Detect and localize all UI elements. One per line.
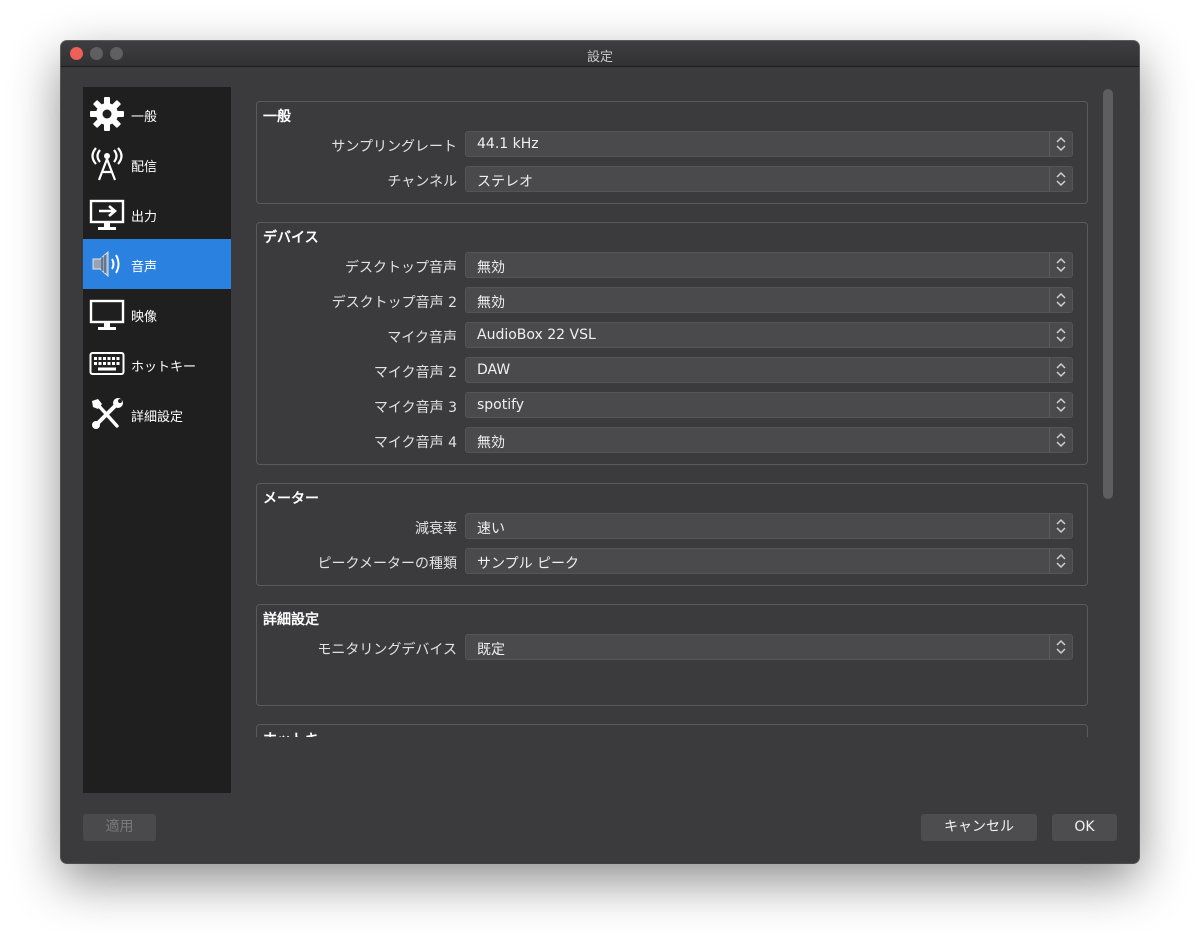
ok-button[interactable]: OK <box>1052 814 1117 841</box>
mic-audio-2-select[interactable]: DAW <box>465 357 1073 383</box>
cancel-button[interactable]: キャンセル <box>921 814 1037 841</box>
sidebar-item-label: 詳細設定 <box>131 410 184 425</box>
sidebar-item-hotkeys[interactable]: ホットキー <box>83 339 231 389</box>
peak-meter-type-select[interactable]: サンプル ピーク <box>465 548 1073 574</box>
select-value: ステレオ <box>477 174 533 190</box>
select-value: spotify <box>477 397 525 413</box>
setting-label: マイク音声 2 <box>373 365 457 381</box>
group-title: 一般 <box>263 109 291 125</box>
select-value: 速い <box>477 521 505 537</box>
mic-audio-3-select[interactable]: spotify <box>465 392 1073 418</box>
setting-row-mic-audio-3: マイク音声 3 spotify <box>257 392 1087 418</box>
select-value: 無効 <box>477 435 505 451</box>
setting-row-peak-meter-type: ピークメーターの種類 サンプル ピーク <box>257 548 1087 574</box>
chevron-up-down-icon <box>1049 514 1066 538</box>
chevron-up-down-icon <box>1049 253 1066 277</box>
chevron-up-down-icon <box>1049 288 1066 312</box>
setting-label: 減衰率 <box>415 521 457 537</box>
monitoring-device-select[interactable]: 既定 <box>465 634 1073 660</box>
chevron-up-down-icon <box>1049 428 1066 452</box>
setting-row-mic-audio: マイク音声 AudioBox 22 VSL <box>257 322 1087 348</box>
group-title: デバイス <box>263 230 319 246</box>
tools-icon <box>92 398 123 429</box>
keyboard-icon <box>89 352 125 375</box>
select-value: DAW <box>477 362 511 378</box>
sidebar-item-label: ホットキー <box>131 360 197 375</box>
sidebar-item-advanced[interactable]: 詳細設定 <box>83 389 231 439</box>
setting-label: マイク音声 3 <box>373 400 457 416</box>
setting-label: マイク音声 4 <box>373 435 457 451</box>
group-meters: メーター 減衰率 速い ピークメーターの種類 サンプル ピーク <box>256 483 1088 586</box>
sidebar-item-label: 映像 <box>131 310 158 325</box>
apply-button[interactable]: 適用 <box>83 814 156 841</box>
sidebar-item-label: 一般 <box>131 110 158 125</box>
group-hotkeys: ホットキー <box>256 724 1088 737</box>
mic-audio-4-select[interactable]: 無効 <box>465 427 1073 453</box>
content-scrollbar-thumb[interactable] <box>1103 89 1113 499</box>
title-bar[interactable]: 設定 <box>61 41 1139 67</box>
sidebar-item-general[interactable]: 一般 <box>83 89 231 139</box>
sidebar-item-video[interactable]: 映像 <box>83 289 231 339</box>
chevron-up-down-icon <box>1049 132 1066 156</box>
output-monitor-icon <box>89 199 125 230</box>
sidebar-item-audio[interactable]: 音声 <box>83 239 231 289</box>
select-value: サンプル ピーク <box>477 556 580 572</box>
setting-row-desktop-audio-2: デスクトップ音声 2 無効 <box>257 287 1087 313</box>
chevron-up-down-icon <box>1049 635 1066 659</box>
setting-row-desktop-audio: デスクトップ音声 無効 <box>257 252 1087 278</box>
setting-label: チャンネル <box>387 174 457 190</box>
sidebar-item-label: 配信 <box>131 160 158 175</box>
gear-icon <box>90 97 124 131</box>
settings-window: 設定 一般 配信 出力 音声 映像 ホットキー 詳細設定 一般 サンプリングレー… <box>61 41 1139 863</box>
settings-sidebar: 一般 配信 出力 音声 映像 ホットキー 詳細設定 <box>83 87 231 793</box>
chevron-up-down-icon <box>1049 549 1066 573</box>
setting-label: デスクトップ音声 2 <box>331 295 457 311</box>
sidebar-item-label: 出力 <box>131 210 158 225</box>
audio-settings-panel[interactable]: 一般 サンプリングレート 44.1 kHz チャンネル ステレオ デバイス デス… <box>241 87 1117 737</box>
select-value: 無効 <box>477 260 505 276</box>
setting-row-decay-rate: 減衰率 速い <box>257 513 1087 539</box>
group-title: ホットキー <box>263 729 333 737</box>
setting-row-sample-rate: サンプリングレート 44.1 kHz <box>257 131 1087 157</box>
setting-row-mic-audio-4: マイク音声 4 無効 <box>257 427 1087 453</box>
desktop-audio-select[interactable]: 無効 <box>465 252 1073 278</box>
setting-label: サンプリングレート <box>331 139 457 155</box>
group-title: メーター <box>263 491 319 507</box>
select-value: AudioBox 22 VSL <box>477 327 596 343</box>
speaker-icon <box>92 250 120 278</box>
chevron-up-down-icon <box>1049 167 1066 191</box>
setting-label: デスクトップ音声 <box>345 260 457 276</box>
group-title: 詳細設定 <box>263 612 319 628</box>
mic-audio-select[interactable]: AudioBox 22 VSL <box>465 322 1073 348</box>
group-devices: デバイス デスクトップ音声 無効 デスクトップ音声 2 無効 マイク音声 Aud… <box>256 222 1088 465</box>
sidebar-item-stream[interactable]: 配信 <box>83 139 231 189</box>
select-value: 無効 <box>477 295 505 311</box>
channels-select[interactable]: ステレオ <box>465 166 1073 192</box>
sample-rate-select[interactable]: 44.1 kHz <box>465 131 1073 157</box>
setting-label: ピークメーターの種類 <box>317 556 457 572</box>
setting-row-monitoring-device: モニタリングデバイス 既定 <box>257 634 1087 660</box>
setting-label: マイク音声 <box>387 330 457 346</box>
group-advanced: 詳細設定 モニタリングデバイス 既定 <box>256 604 1088 706</box>
setting-row-mic-audio-2: マイク音声 2 DAW <box>257 357 1087 383</box>
setting-label: モニタリングデバイス <box>317 642 457 658</box>
monitor-icon <box>89 299 125 330</box>
sidebar-item-label: 音声 <box>131 260 158 275</box>
desktop-audio-2-select[interactable]: 無効 <box>465 287 1073 313</box>
setting-row-channels: チャンネル ステレオ <box>257 166 1087 192</box>
decay-rate-select[interactable]: 速い <box>465 513 1073 539</box>
broadcast-antenna-icon <box>91 147 123 181</box>
sidebar-item-output[interactable]: 出力 <box>83 189 231 239</box>
chevron-up-down-icon <box>1049 393 1066 417</box>
select-value: 既定 <box>477 642 505 658</box>
window-title: 設定 <box>586 50 613 65</box>
group-general: 一般 サンプリングレート 44.1 kHz チャンネル ステレオ <box>256 101 1088 204</box>
select-value: 44.1 kHz <box>477 136 539 152</box>
chevron-up-down-icon <box>1049 323 1066 347</box>
chevron-up-down-icon <box>1049 358 1066 382</box>
